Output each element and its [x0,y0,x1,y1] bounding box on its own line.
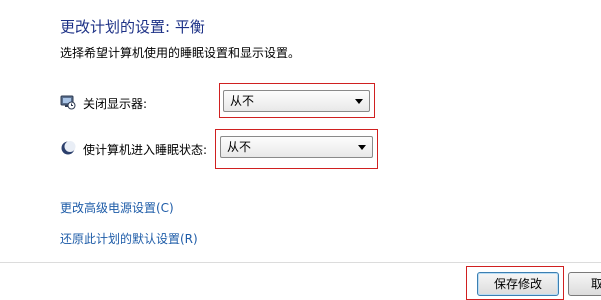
turn-off-display-value: 从不 [230,94,255,108]
sleep-label: 使计算机进入睡眠状态: [83,143,208,157]
advanced-power-settings-link[interactable]: 更改高级电源设置(C) [60,199,174,216]
turn-off-display-dropdown[interactable]: 从不 [223,90,370,112]
cancel-button[interactable]: 取 [568,272,601,296]
footer-divider [0,262,601,263]
page-subtitle: 选择希望计算机使用的睡眠设置和显示设置。 [60,46,301,60]
save-changes-button[interactable]: 保存修改 [477,272,559,296]
sleep-value: 从不 [227,140,252,154]
turn-off-display-label: 关闭显示器: [83,97,148,111]
page-title: 更改计划的设置: 平衡 [60,18,205,36]
chevron-down-icon [355,99,363,104]
chevron-down-icon [358,145,366,150]
sleep-dropdown[interactable]: 从不 [220,136,373,158]
sleep-moon-icon [60,140,76,156]
display-icon [60,94,76,110]
restore-defaults-link[interactable]: 还原此计划的默认设置(R) [60,230,198,247]
